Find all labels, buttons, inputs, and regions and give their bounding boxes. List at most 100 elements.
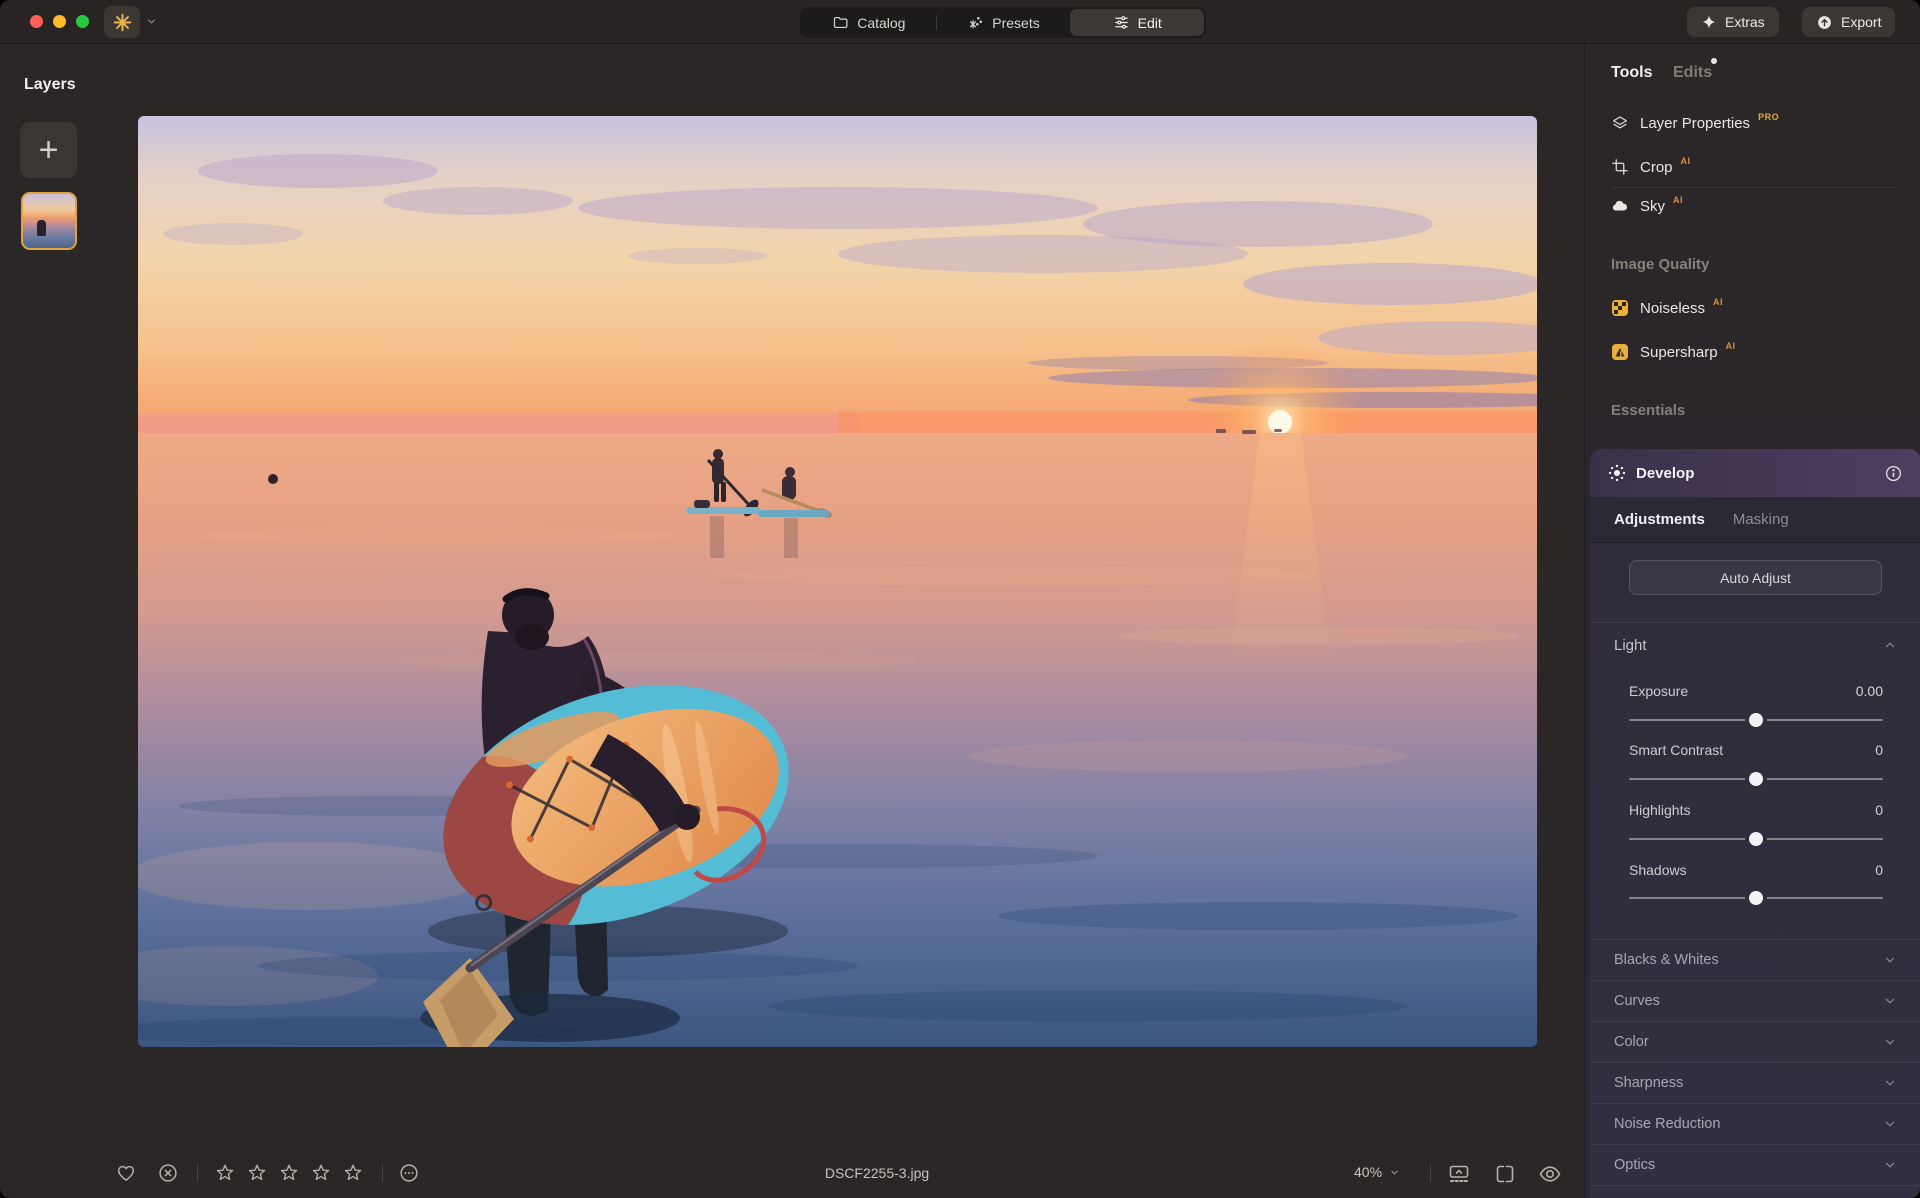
noiseless-icon xyxy=(1611,299,1629,317)
zoom-window-button[interactable] xyxy=(76,15,89,28)
four-point-star-icon xyxy=(1701,14,1717,30)
preview-eye-icon[interactable] xyxy=(1538,1162,1562,1186)
rating-star-icon-5[interactable] xyxy=(342,1162,364,1184)
supersharp-icon xyxy=(1611,343,1629,361)
ai-badge: AI xyxy=(1673,195,1683,205)
collapsed-sections: Blacks & Whites Curves Color Sharpness N… xyxy=(1590,939,1920,1186)
tool-label: Crop xyxy=(1640,159,1673,176)
tab-adjustments[interactable]: Adjustments xyxy=(1614,511,1705,528)
rating-star-icon-3[interactable] xyxy=(278,1162,300,1184)
chevron-down-icon xyxy=(1883,994,1897,1008)
tool-label: Supersharp xyxy=(1640,344,1718,361)
section-optics[interactable]: Optics xyxy=(1590,1145,1920,1186)
crop-icon xyxy=(1611,158,1629,176)
plus-icon: + xyxy=(39,133,59,167)
tool-item-crop[interactable]: Crop AI xyxy=(1611,153,1691,181)
slider-knob[interactable] xyxy=(1749,772,1763,786)
section-noise-reduction[interactable]: Noise Reduction xyxy=(1590,1104,1920,1145)
favorite-heart-icon[interactable] xyxy=(115,1162,137,1184)
tool-item-layer-properties[interactable]: Layer Properties PRO xyxy=(1611,109,1779,137)
slider-label-highlights: Highlights xyxy=(1629,802,1690,818)
close-button[interactable] xyxy=(30,15,43,28)
light-title: Light xyxy=(1614,637,1647,654)
chevron-down-icon xyxy=(1883,953,1897,967)
section-header-image-quality: Image Quality xyxy=(1611,256,1709,273)
export-arrow-icon xyxy=(1816,14,1833,31)
more-options-icon[interactable] xyxy=(398,1162,420,1184)
slider-highlights[interactable] xyxy=(1629,838,1883,840)
tab-catalog[interactable]: Catalog xyxy=(802,9,936,36)
ai-badge: AI xyxy=(1681,156,1691,166)
ai-badge: AI xyxy=(1713,297,1723,307)
add-layer-button[interactable]: + xyxy=(20,122,77,178)
slider-exposure[interactable] xyxy=(1629,719,1883,721)
tool-item-supersharp[interactable]: Supersharp AI xyxy=(1611,338,1736,366)
sliders-icon xyxy=(1113,14,1130,31)
slider-value-exposure: 0.00 xyxy=(1856,683,1883,699)
tool-item-sky[interactable]: Sky AI xyxy=(1611,192,1683,220)
light-section-header[interactable]: Light xyxy=(1614,631,1897,659)
slider-knob[interactable] xyxy=(1749,713,1763,727)
chevron-down-icon xyxy=(1883,1035,1897,1049)
minimize-button[interactable] xyxy=(53,15,66,28)
section-header-essentials: Essentials xyxy=(1611,402,1685,419)
filmstrip-toggle-icon[interactable] xyxy=(1447,1162,1471,1186)
divider xyxy=(1590,622,1920,623)
section-label: Color xyxy=(1614,1034,1649,1050)
slider-knob[interactable] xyxy=(1749,891,1763,905)
sunset-photo xyxy=(138,116,1537,1047)
develop-header[interactable]: Develop xyxy=(1590,449,1920,497)
right-panel: Tools Edits Layer Properties PRO Crop AI… xyxy=(1584,44,1920,1198)
slider-knob[interactable] xyxy=(1749,832,1763,846)
rating-star-icon-4[interactable] xyxy=(310,1162,332,1184)
compare-view-icon[interactable] xyxy=(1493,1162,1517,1186)
bottombar-divider xyxy=(197,1164,198,1182)
chevron-down-icon xyxy=(1389,1167,1400,1178)
tab-edits[interactable]: Edits xyxy=(1673,64,1712,82)
section-label: Sharpness xyxy=(1614,1075,1683,1091)
section-label: Curves xyxy=(1614,993,1660,1009)
tool-item-noiseless[interactable]: Noiseless AI xyxy=(1611,294,1723,322)
layer-thumbnail[interactable] xyxy=(21,192,77,250)
slider-label-shadows: Shadows xyxy=(1629,862,1687,878)
pro-badge: PRO xyxy=(1758,112,1779,122)
chevron-down-icon xyxy=(1883,1076,1897,1090)
photo-canvas[interactable] xyxy=(138,116,1537,1047)
export-button[interactable]: Export xyxy=(1802,7,1895,37)
zoom-level-value: 40% xyxy=(1354,1164,1382,1180)
section-sharpness[interactable]: Sharpness xyxy=(1590,1063,1920,1104)
rating-star-icon-1[interactable] xyxy=(214,1162,236,1184)
extras-label: Extras xyxy=(1725,14,1765,30)
section-label: Noise Reduction xyxy=(1614,1116,1720,1132)
tab-catalog-label: Catalog xyxy=(857,15,905,31)
tab-tools[interactable]: Tools xyxy=(1611,64,1652,82)
auto-adjust-button[interactable]: Auto Adjust xyxy=(1629,560,1882,595)
section-blacks-and-whites[interactable]: Blacks & Whites xyxy=(1590,940,1920,981)
tab-edit[interactable]: Edit xyxy=(1070,9,1204,36)
reject-icon[interactable] xyxy=(157,1162,179,1184)
section-curves[interactable]: Curves xyxy=(1590,981,1920,1022)
tab-presets[interactable]: Presets xyxy=(937,9,1071,36)
tab-presets-label: Presets xyxy=(992,15,1039,31)
info-icon[interactable] xyxy=(1884,464,1903,483)
section-color[interactable]: Color xyxy=(1590,1022,1920,1063)
slider-smart-contrast[interactable] xyxy=(1629,778,1883,780)
slider-shadows[interactable] xyxy=(1629,897,1883,899)
sun-icon xyxy=(1608,464,1626,482)
slider-value-smart-contrast: 0 xyxy=(1875,742,1883,758)
develop-title: Develop xyxy=(1636,465,1694,482)
slider-label-smart-contrast: Smart Contrast xyxy=(1629,742,1723,758)
folder-icon xyxy=(832,14,849,31)
rating-star-icon-2[interactable] xyxy=(246,1162,268,1184)
starburst-icon xyxy=(113,13,132,32)
thumbnail-figure xyxy=(37,220,46,236)
section-label: Optics xyxy=(1614,1157,1655,1173)
slider-label-exposure: Exposure xyxy=(1629,683,1688,699)
zoom-level-control[interactable]: 40% xyxy=(1354,1164,1400,1180)
ai-badge: AI xyxy=(1726,341,1736,351)
export-label: Export xyxy=(1841,14,1881,30)
extras-button[interactable]: Extras xyxy=(1687,7,1779,37)
chevron-down-icon[interactable] xyxy=(146,16,157,27)
tab-masking[interactable]: Masking xyxy=(1733,511,1789,528)
app-logo-button[interactable] xyxy=(104,6,140,38)
